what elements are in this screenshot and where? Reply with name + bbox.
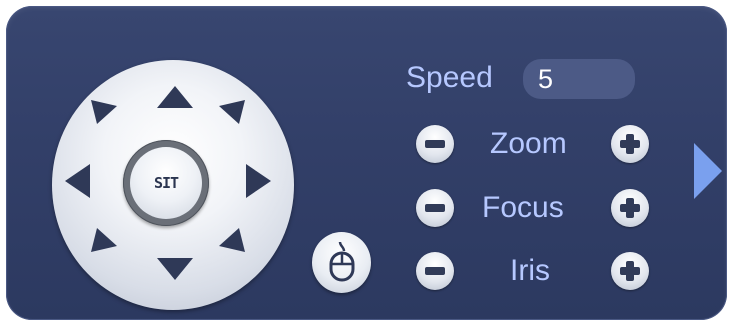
expand-right-arrow-icon[interactable] <box>694 143 722 199</box>
mouse-button[interactable] <box>312 232 371 293</box>
pan-right-arrow-icon[interactable] <box>246 164 271 198</box>
zoom-label: Zoom <box>490 127 567 160</box>
ptz-control-panel: SIT Speed Zoom Focus Iris <box>6 6 727 320</box>
pan-up-arrow-icon[interactable] <box>155 86 195 108</box>
sit-button-label: SIT <box>130 147 202 219</box>
pan-up-right-arrow-icon[interactable] <box>219 100 245 124</box>
minus-icon <box>425 267 445 275</box>
focus-label: Focus <box>482 191 564 224</box>
mouse-icon <box>329 242 355 282</box>
focus-near-button[interactable] <box>416 189 454 227</box>
minus-icon <box>425 140 445 148</box>
speed-input[interactable] <box>523 59 635 99</box>
sit-button[interactable]: SIT <box>123 140 209 226</box>
iris-label: Iris <box>510 254 550 287</box>
pan-up-left-arrow-icon[interactable] <box>91 100 117 124</box>
iris-close-button[interactable] <box>416 252 454 290</box>
pan-down-arrow-icon[interactable] <box>155 258 195 280</box>
focus-far-button[interactable] <box>611 189 649 227</box>
pan-down-left-arrow-icon[interactable] <box>91 228 117 252</box>
pan-down-right-arrow-icon[interactable] <box>219 228 245 252</box>
pan-left-arrow-icon[interactable] <box>65 164 90 198</box>
speed-label: Speed <box>406 61 493 94</box>
iris-open-button[interactable] <box>611 252 649 290</box>
zoom-in-button[interactable] <box>611 125 649 163</box>
minus-icon <box>425 204 445 212</box>
zoom-out-button[interactable] <box>416 125 454 163</box>
